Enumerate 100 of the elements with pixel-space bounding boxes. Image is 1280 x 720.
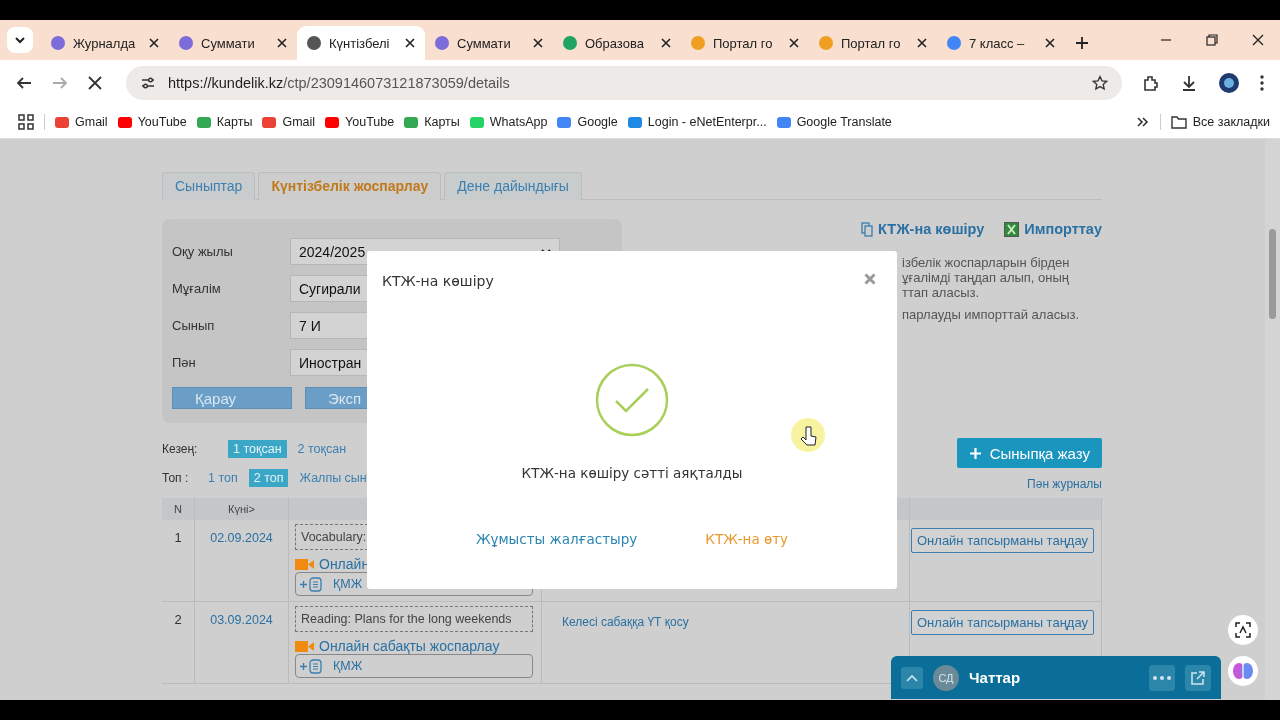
close-icon[interactable]	[917, 38, 927, 48]
restore-icon[interactable]	[1206, 34, 1218, 46]
bookmark-link[interactable]: Карты	[404, 115, 460, 129]
video-camera-icon	[295, 557, 315, 571]
close-icon[interactable]	[1045, 38, 1055, 48]
spreadsheet-icon	[1004, 221, 1020, 237]
close-icon[interactable]	[533, 38, 543, 48]
homework-link[interactable]: Келесі сабаққа ҮТ қосу	[562, 615, 689, 629]
period-option[interactable]: 2 тоқсан	[292, 439, 352, 458]
section-tab[interactable]: Сыныптар	[162, 172, 256, 200]
plus-icon	[968, 446, 982, 460]
more-icon	[1153, 675, 1171, 680]
dialog-action-link[interactable]: Жұмысты жалғастыру	[475, 531, 638, 547]
copy-icon	[861, 221, 874, 237]
chat-title: Чаттар	[969, 669, 1022, 686]
group-label: Топ :	[162, 470, 190, 485]
scrollbar[interactable]	[1265, 139, 1280, 700]
dialog-title: КТЖ-на көшіру	[382, 273, 494, 289]
period-option[interactable]: 1 тоқсан	[228, 439, 287, 458]
bookmark-link[interactable]: Login - eNetEnterpr...	[627, 115, 767, 129]
browser-tab[interactable]: Журналда	[41, 26, 169, 60]
chevron-icon[interactable]	[1135, 115, 1150, 129]
filter-label: Пән	[172, 355, 197, 370]
popout-button[interactable]	[1185, 664, 1211, 691]
section-tab[interactable]: Күнтізбелік жоспарлау	[258, 172, 442, 200]
copy-link[interactable]: КТЖ-на көшіру	[861, 221, 985, 237]
download-icon[interactable]	[1180, 74, 1198, 92]
table-cell: 2	[162, 601, 195, 684]
user-avatar: СД	[933, 664, 959, 691]
group-option[interactable]: 2 топ	[248, 468, 289, 487]
success-check-icon	[595, 363, 669, 437]
success-message: КТЖ-на көшіру сәтті аяқталды	[520, 465, 744, 481]
table-cell: 1	[162, 520, 195, 602]
panel-button[interactable]: Қарау	[172, 387, 292, 409]
journal-link[interactable]: Пән журналы	[1027, 477, 1102, 491]
translate-icon	[1235, 622, 1251, 638]
date-link[interactable]: 03.09.2024	[210, 613, 273, 627]
bookmark-link[interactable]: Google	[557, 115, 618, 129]
online-task-button[interactable]: Онлайн тапсырманы таңдау	[911, 610, 1094, 635]
translate-button[interactable]	[1228, 615, 1258, 645]
add-to-class-button[interactable]: Сыныпқа жазу	[956, 438, 1102, 468]
chat-bar[interactable]: СД Чаттар	[891, 656, 1221, 699]
online-task-button[interactable]: Онлайн тапсырманы таңдау	[911, 528, 1094, 553]
group-option[interactable]: 1 топ	[203, 468, 243, 487]
stop-icon[interactable]	[88, 76, 102, 90]
bookmark-link[interactable]: YouTube	[117, 115, 187, 129]
bookmark-link[interactable]: Gmail	[262, 115, 316, 129]
date-link[interactable]: 02.09.2024	[210, 531, 273, 545]
bookmark-link[interactable]: Карты	[196, 115, 253, 129]
new-tab-icon[interactable]	[1075, 36, 1089, 50]
period-label: Кезең:	[162, 441, 199, 456]
assistant-button[interactable]	[1228, 656, 1258, 686]
site-settings-icon[interactable]	[140, 75, 156, 91]
browser-tab[interactable]: 7 класс –	[937, 26, 1065, 60]
bookmark-link[interactable]: Gmail	[55, 115, 108, 129]
tab-search-button[interactable]	[7, 27, 33, 53]
address-bar[interactable]: https://kundelik.kz/ctp/2309146073121873059/details	[126, 66, 1122, 100]
browser-tab[interactable]: Портал го	[681, 26, 809, 60]
brain-icon	[1232, 661, 1254, 681]
bookmark-link[interactable]: WhatsApp	[469, 115, 548, 129]
bookmark-link[interactable]: YouTube	[325, 115, 395, 129]
more-button[interactable]	[1149, 664, 1175, 691]
extensions-icon[interactable]	[1142, 74, 1160, 92]
close-icon[interactable]	[405, 38, 415, 48]
browser-tab[interactable]: Күнтізбелі	[297, 26, 425, 60]
import-link[interactable]: Импорттау	[1004, 221, 1102, 237]
description-text: ұғалімді таңдап алып, оның	[902, 270, 1070, 285]
close-icon[interactable]	[661, 38, 671, 48]
all-bookmarks-link[interactable]: Все закладки	[1170, 115, 1270, 129]
menu-icon[interactable]	[1260, 75, 1264, 91]
column-header: Күні>	[194, 498, 289, 520]
bookmark-link[interactable]: Google Translate	[776, 115, 892, 129]
pointer-cursor-icon	[790, 417, 826, 453]
dialog-action-link[interactable]: КТЖ-на өту	[705, 531, 789, 547]
browser-tab[interactable]: Суммати	[169, 26, 297, 60]
close-icon[interactable]	[1252, 34, 1264, 46]
filter-label: Оқу жылы	[172, 244, 234, 259]
column-header: N	[162, 498, 195, 520]
online-lesson-link[interactable]: Онлайн сабақты жоспарлау	[295, 638, 533, 654]
online-lesson-link[interactable]: Онлайн	[295, 556, 533, 572]
chevron-up-icon	[906, 673, 918, 682]
filter-label: Сынып	[172, 318, 216, 333]
close-icon[interactable]	[277, 38, 287, 48]
expand-button[interactable]	[901, 666, 923, 689]
browser-tab[interactable]: Суммати	[425, 26, 553, 60]
close-icon[interactable]	[789, 38, 799, 48]
section-tab[interactable]: Дене дайындығы	[444, 172, 582, 200]
chevron-down-icon	[14, 34, 26, 46]
apps-icon[interactable]	[18, 114, 34, 130]
browser-tab[interactable]: Портал го	[809, 26, 937, 60]
profile-avatar-icon[interactable]	[1218, 72, 1240, 94]
back-icon[interactable]	[16, 75, 32, 91]
external-link-icon	[1191, 670, 1205, 685]
browser-tab[interactable]: Образова	[553, 26, 681, 60]
close-icon[interactable]	[149, 38, 159, 48]
bookmark-star-icon[interactable]	[1092, 75, 1108, 91]
description-text: парлауды импорттай аласыз.	[902, 307, 1081, 322]
video-camera-icon	[295, 639, 315, 653]
topic-field[interactable]: Reading: Plans for the long weekends	[295, 606, 533, 632]
lesson-plan-button[interactable]: ҚМЖ	[295, 654, 533, 678]
